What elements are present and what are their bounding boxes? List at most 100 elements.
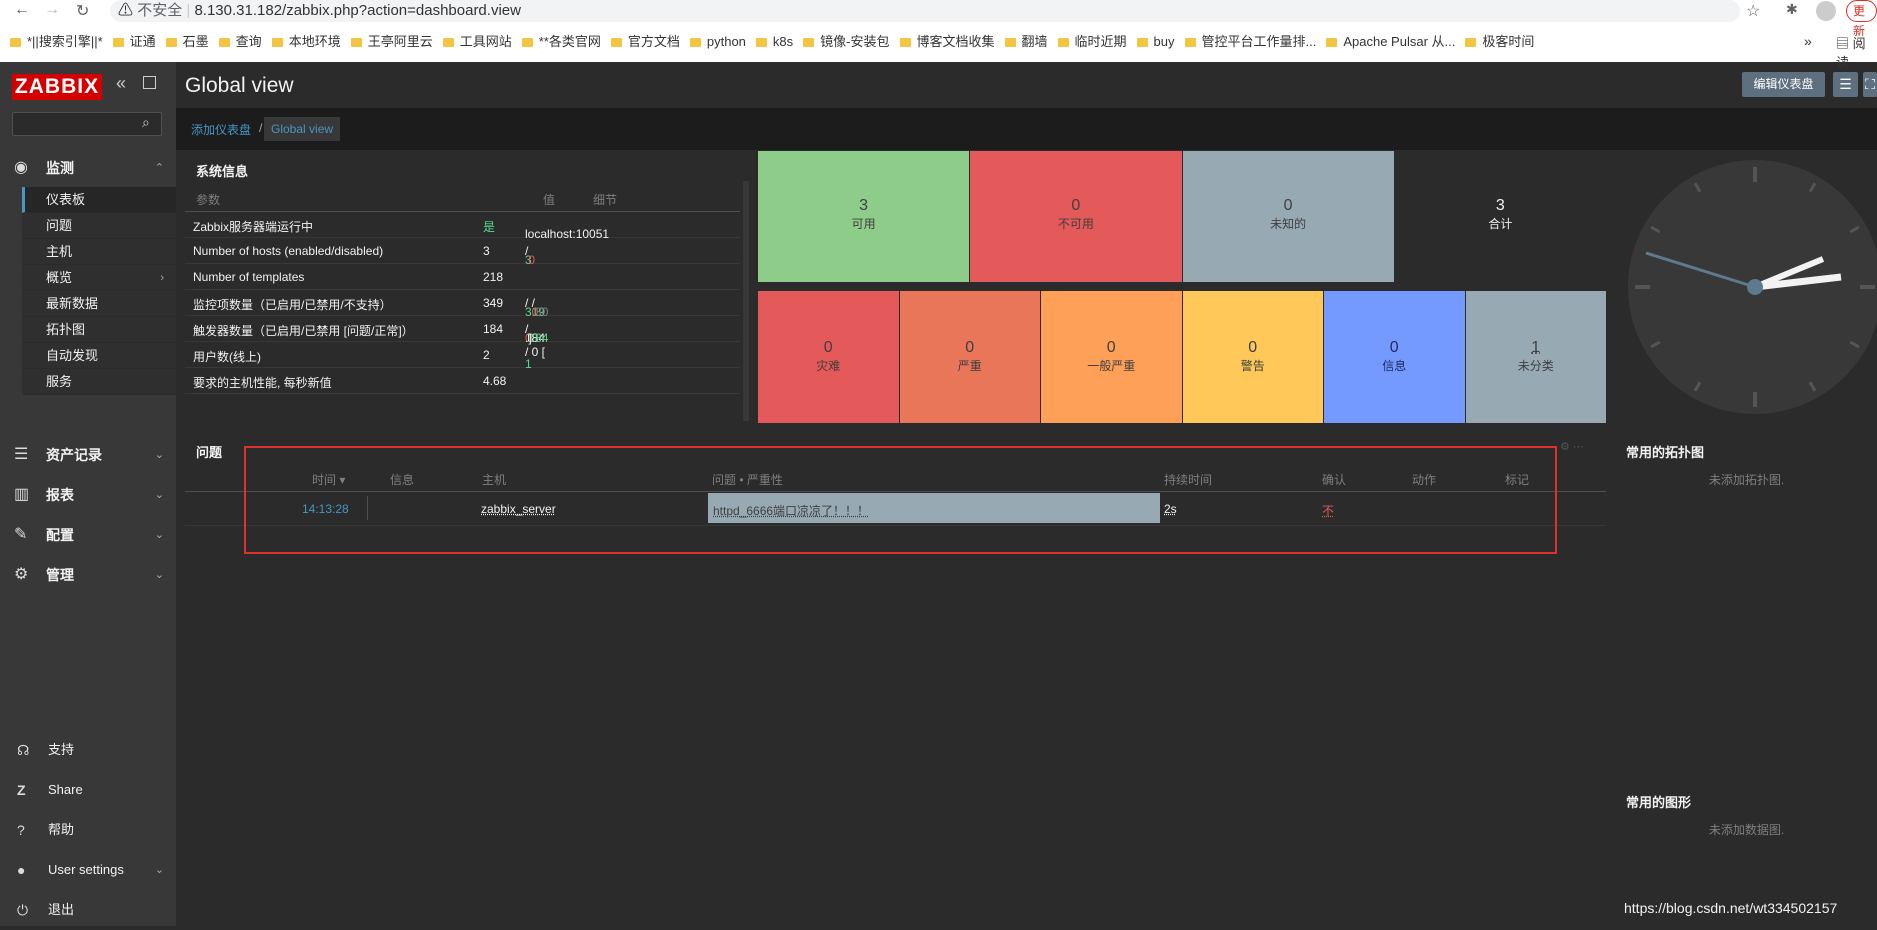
host-availability-box[interactable]: 3 可用 <box>758 151 969 282</box>
submenu-item[interactable]: 主机 <box>22 239 176 265</box>
footer-user-settings[interactable]: ● User settings ⌄ <box>0 850 176 890</box>
bookmark-item[interactable]: Apache Pulsar 从... <box>1326 30 1455 54</box>
menu-configuration[interactable]: ✎ 配置 ⌄ <box>0 516 176 554</box>
footer-label: Share <box>48 782 83 797</box>
footer-signout[interactable]: ⏻ 退出 <box>0 890 176 930</box>
bookmark-item[interactable]: python <box>690 30 746 54</box>
update-button[interactable]: 更新 <box>1846 0 1877 22</box>
menu-inventory[interactable]: ☰ 资产记录 ⌄ <box>0 436 176 474</box>
submenu-item[interactable]: 概览 › <box>22 265 176 291</box>
folder-icon <box>1058 38 1069 47</box>
severity-box[interactable]: 0 信息 <box>1324 291 1465 423</box>
folder-icon <box>443 38 454 47</box>
label: 未知的 <box>1270 217 1306 231</box>
highlight-annotation <box>244 446 1557 554</box>
chevron-down-icon: ⌄ <box>155 516 164 554</box>
table-row: 监控项数量（已启用/已禁用/不支持） 349 319 / 0 / 30 <box>185 290 740 316</box>
favorite-maps-widget: 常用的拓扑图 未添加拓扑图. <box>1616 432 1877 773</box>
footer-label: 帮助 <box>48 822 74 837</box>
bookmark-item[interactable]: 管控平台工作量排... <box>1185 30 1317 54</box>
browser-chrome: ← → ↻ ⚠ 不安全 | 8.130.31.182/zabbix.php?ac… <box>0 0 1877 62</box>
clock-widget <box>1616 151 1877 423</box>
bookmark-item[interactable]: 博客文档收集 <box>900 30 995 54</box>
bookmark-item[interactable]: 临时近期 <box>1058 30 1127 54</box>
edit-dashboard-button[interactable]: 编辑仪表盘 <box>1742 72 1825 97</box>
breadcrumb-add-dashboard[interactable]: 添加仪表盘 <box>191 121 251 138</box>
star-icon[interactable]: ☆ <box>1746 1 1760 21</box>
extensions-icon[interactable]: ✱ <box>1786 1 1798 18</box>
menu-monitoring[interactable]: ◉ 监测 ⌃ <box>0 149 176 187</box>
submenu-item[interactable]: 问题 <box>22 213 176 239</box>
back-icon[interactable]: ← <box>14 1 30 19</box>
menu-label: 资产记录 <box>46 447 102 463</box>
bookmark-item[interactable]: 本地环境 <box>272 30 341 54</box>
severity-box[interactable]: 0 警告 <box>1183 291 1324 423</box>
collapse-icon[interactable]: « <box>116 73 126 94</box>
share-icon: Z <box>17 770 26 810</box>
folder-icon <box>113 38 124 47</box>
menu-icon[interactable]: ☰ <box>1833 72 1858 97</box>
forward-icon[interactable]: → <box>44 1 60 19</box>
fullscreen-icon[interactable]: ⛶ <box>1863 72 1877 97</box>
count: 0 <box>1041 339 1182 357</box>
reading-list[interactable]: ▤ 阅读 <box>1836 33 1877 71</box>
empty-message: 未添加数据图. <box>1616 821 1877 838</box>
host-availability-box[interactable]: 3 合计 <box>1395 151 1606 282</box>
menu-administration[interactable]: ⚙ 管理 ⌄ <box>0 556 176 594</box>
bookmarks-more[interactable]: » <box>1804 33 1812 49</box>
chevron-down-icon: ⌄ <box>155 476 164 514</box>
footer-support[interactable]: ☊ 支持 <box>0 730 176 770</box>
severity-box[interactable]: 0 灾难 <box>758 291 899 423</box>
bookmark-item[interactable]: **各类官网 <box>522 30 601 54</box>
value-cell: 184 <box>483 322 503 336</box>
breadcrumb-separator: / <box>259 121 262 135</box>
bookmark-item[interactable]: 工具网站 <box>443 30 512 54</box>
profile-icon[interactable] <box>1816 1 1836 21</box>
folder-icon <box>1185 38 1196 47</box>
host-availability-box[interactable]: 0 未知的 <box>1183 151 1394 282</box>
submenu-item[interactable]: 服务 <box>22 369 176 395</box>
bookmark-item[interactable]: 证通 <box>113 30 156 54</box>
severity-box[interactable]: 0 严重 <box>900 291 1041 423</box>
kiosk-icon[interactable] <box>143 76 156 89</box>
detail-cell: 319 / 0 / 30 <box>525 296 535 310</box>
footer-share[interactable]: Z Share <box>0 770 176 810</box>
menu-reports[interactable]: ▥ 报表 ⌄ <box>0 476 176 514</box>
footer-help[interactable]: ? 帮助 <box>0 810 176 850</box>
folder-icon <box>1005 38 1016 47</box>
severity-box[interactable]: 0 一般严重 <box>1041 291 1182 423</box>
breadcrumb-current[interactable]: Global view <box>264 117 340 141</box>
chevron-down-icon: ⌄ <box>155 556 164 594</box>
menu-label: 管理 <box>46 567 74 583</box>
bookmark-item[interactable]: 极客时间 <box>1465 30 1534 54</box>
table-row: 触发器数量（已启用/已禁用 [问题/正常]） 184 184 / 0 [0 / 18… <box>185 316 740 342</box>
problems-by-severity-widget: 0 灾难 0 严重 0 一般严重 0 警告 0 信息 1 未分类 <box>758 291 1607 423</box>
label: 不可用 <box>1058 217 1094 231</box>
bookmark-item[interactable]: 查询 <box>219 30 262 54</box>
bookmark-item[interactable]: buy <box>1137 30 1175 54</box>
address-bar[interactable]: ⚠ 不安全 | 8.130.31.182/zabbix.php?action=d… <box>110 0 1740 22</box>
scrollbar[interactable] <box>743 181 749 421</box>
reload-icon[interactable]: ↻ <box>76 1 89 21</box>
host-availability-box[interactable]: 0 不可用 <box>970 151 1181 282</box>
search-icon[interactable]: ⌕ <box>142 114 150 131</box>
value-cell: 2 <box>483 348 490 362</box>
gear-icon[interactable]: ⚙ ⋯ <box>1560 440 1584 453</box>
bookmark-item[interactable]: k8s <box>756 30 793 54</box>
bookmark-item[interactable]: 石墨 <box>166 30 209 54</box>
folder-icon <box>611 38 622 47</box>
submenu-item[interactable]: 仪表板 <box>22 187 176 213</box>
submenu-item[interactable]: 拓扑图 <box>22 317 176 343</box>
submenu-item[interactable]: 最新数据 <box>22 291 176 317</box>
zabbix-logo[interactable]: ZABBIX <box>12 74 102 100</box>
bookmark-item[interactable]: 官方文档 <box>611 30 680 54</box>
submenu-item[interactable]: 自动发现 <box>22 343 176 369</box>
folder-icon <box>803 38 814 47</box>
menu-label: 报表 <box>46 487 74 503</box>
bookmark-item[interactable]: 镜像-安装包 <box>803 30 889 54</box>
bookmark-item[interactable]: 翻墙 <box>1005 30 1048 54</box>
bookmark-item[interactable]: *||搜索引擎||* <box>10 30 103 54</box>
search-input[interactable] <box>12 112 162 136</box>
bookmark-item[interactable]: 王亭阿里云 <box>351 30 433 54</box>
severity-box[interactable]: 1 未分类 <box>1466 291 1607 423</box>
